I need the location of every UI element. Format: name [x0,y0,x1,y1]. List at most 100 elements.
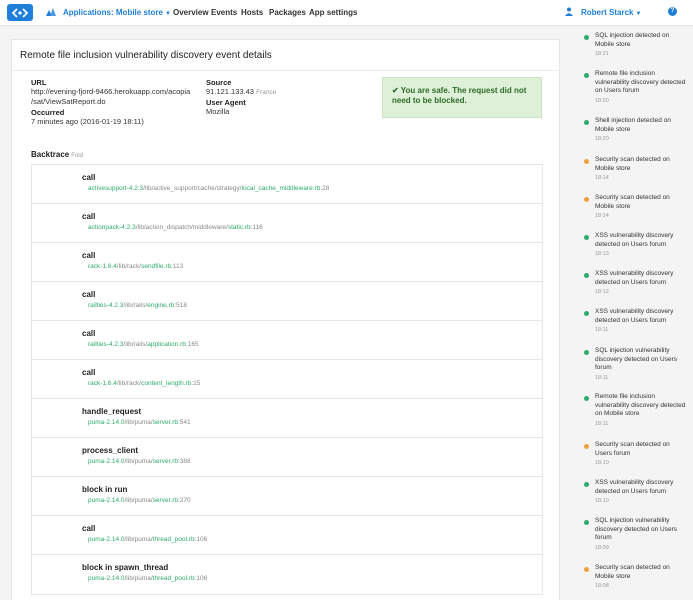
backtrace-row: call puma-2.14.0/lib/puma/thread_pool.rb:… [32,516,542,555]
status-dot-icon [584,567,589,572]
backtrace-gem-link[interactable]: puma-2.14.0 [88,458,125,465]
nav-overview[interactable]: Overview [173,8,209,17]
backtrace-line: :113 [171,263,184,270]
backtrace-path: activesupport-4.2.3/lib/active_support/c… [88,185,329,192]
status-dot-icon [584,444,589,449]
fold-link[interactable]: Fold [71,153,83,159]
nav-app-settings[interactable]: App settings [309,8,357,17]
backtrace-function: call [82,290,96,299]
backtrace-path: puma-2.14.0/lib/puma/thread_pool.rb:106 [88,575,207,582]
backtrace-file-link[interactable]: server.rb [153,419,178,426]
backtrace-function: call [82,173,96,182]
backtrace-label: Backtrace [31,150,70,159]
backtrace-function: process_client [82,446,139,455]
backtrace-gem-link[interactable]: puma-2.14.0 [88,536,125,543]
backtrace-gem-link[interactable]: activesupport-4.2.3 [88,185,143,192]
backtrace-file-link[interactable]: application.rb [147,341,186,348]
backtrace-file-link[interactable]: sendfile.rb [141,263,171,270]
backtrace-function: call [82,524,96,533]
backtrace-path: puma-2.14.0/lib/puma/server.rb:541 [88,419,191,426]
user-agent-label: User Agent [206,98,246,107]
backtrace-line: :541 [177,419,191,426]
backtrace-line: :15 [191,380,201,387]
backtrace-function: block in run [82,485,128,494]
backtrace-dir: /lib/rack/ [116,380,142,387]
backtrace-file-link[interactable]: thread_pool.rb [153,536,195,543]
status-dot-icon [584,73,589,78]
event-description: Security scan detected on Mobile store [595,194,670,210]
status-dot-icon [584,159,589,164]
backtrace-path: puma-2.14.0/lib/puma/server.rb:270 [88,497,191,504]
divider [12,70,559,71]
user-name-label: Robert Starck [581,8,634,17]
backtrace-gem-link[interactable]: actionpack-4.2.3 [88,224,136,231]
backtrace-path: rack-1.6.4/lib/rack/content_length.rb:15 [88,380,200,387]
occurred-value: 7 minutes ago (2016-01-19 18:11) [31,117,144,126]
backtrace-file-link[interactable]: static.rb [228,224,251,231]
event-text: XSS vulnerability discovery detected on … [595,270,687,297]
event-text: Security scan detected on Mobile store 18… [595,564,687,591]
event-description: Remote file inclusion vulnerability disc… [595,70,686,94]
status-dot-icon [584,520,589,525]
event-time: 18:14 [595,213,609,219]
backtrace-dir: /lib/puma/ [124,536,153,543]
url-value-line2: /sat/ViewSatReport.do [31,97,106,106]
backtrace-gem-link[interactable]: puma-2.14.0 [88,575,125,582]
backtrace-path: rack-1.6.4/lib/rack/sendfile.rb:113 [88,263,183,270]
occurred-label: Occurred [31,108,65,117]
backtrace-file-link[interactable]: server.rb [153,497,178,504]
backtrace-dir: /lib/puma/ [124,497,153,504]
event-text: Remote file inclusion vulnerability disc… [595,70,687,105]
event-description: Shell injection detected on Mobile store [595,117,671,133]
source-value: 91.121.133.43 France [206,87,276,98]
backtrace-gem-link[interactable]: rack-1.6.4 [88,263,117,270]
backtrace-row: call rack-1.6.4/lib/rack/sendfile.rb:113 [32,243,542,282]
event-text: XSS vulnerability discovery detected on … [595,479,687,506]
backtrace-heading: Backtrace Fold [31,150,83,159]
backtrace-row: block in spawn_thread puma-2.14.0/lib/pum… [32,555,542,594]
backtrace-gem-link[interactable]: puma-2.14.0 [88,419,125,426]
nav-events[interactable]: Events [211,8,237,17]
event-time: 18:11 [595,420,609,427]
logo-button[interactable] [7,4,33,21]
backtrace-file-link[interactable]: content_length.rb [141,380,191,387]
backtrace-gem-link[interactable]: railties-4.2.3 [88,341,123,348]
backtrace-file-link[interactable]: engine.rb [147,302,174,309]
event-text: SQL injection vulnerability discovery de… [595,347,687,382]
check-icon: ✔ [392,86,401,95]
event-description: SQL injection vulnerability discovery de… [595,517,678,541]
backtrace-dir: /lib/puma/ [124,419,153,426]
event-description: XSS vulnerability discovery detected on … [595,479,674,495]
event-text: SQL injection vulnerability discovery de… [595,517,687,552]
safe-alert: ✔ You are safe. The request did not need… [382,77,542,118]
event-time: 18:08 [595,583,609,589]
backtrace-file-link[interactable]: local_cache_middleware.rb [242,185,321,192]
backtrace-gem-link[interactable]: railties-4.2.3 [88,302,123,309]
status-dot-icon [584,350,589,355]
event-time: 18:10 [595,498,609,504]
backtrace-gem-link[interactable]: rack-1.6.4 [88,380,117,387]
user-menu[interactable]: Robert Starck ▼ [581,8,641,17]
status-dot-icon [584,197,589,202]
backtrace-file-link[interactable]: server.rb [153,458,178,465]
status-dot-icon [584,482,589,487]
backtrace-path: puma-2.14.0/lib/puma/thread_pool.rb:106 [88,536,207,543]
status-dot-icon [584,311,589,316]
backtrace-line: :165 [185,341,199,348]
backtrace-line: :106 [194,536,208,543]
user-agent-value: Mozilla [206,107,230,116]
backtrace-row: call activesupport-4.2.3/lib/active_suppo… [32,165,542,204]
nav-packages[interactable]: Packages [269,8,306,17]
backtrace-line: :28 [320,185,330,192]
backtrace-path: railties-4.2.3/lib/rails/application.rb:… [88,341,199,348]
backtrace-function: call [82,251,96,260]
backtrace-gem-link[interactable]: puma-2.14.0 [88,497,125,504]
app-selector[interactable]: Applications: Mobile store ▼ [63,8,171,17]
apps-icon [46,8,56,16]
help-icon[interactable]: ? [668,7,677,16]
backtrace-line: :388 [177,458,191,465]
backtrace-file-link[interactable]: thread_pool.rb [153,575,195,582]
event-description: SQL injection detected on Mobile store [595,32,670,48]
nav-hosts[interactable]: Hosts [241,8,263,17]
event-text: Remote file inclusion vulnerability disc… [595,393,687,428]
